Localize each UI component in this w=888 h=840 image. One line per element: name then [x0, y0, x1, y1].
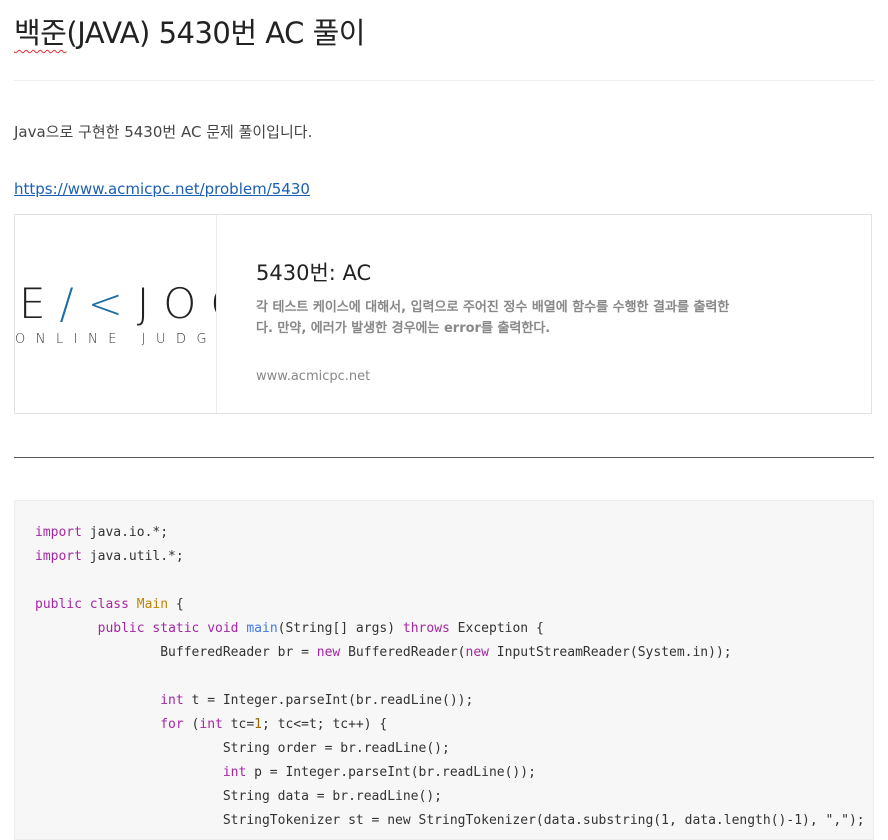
logo-letter-e: E: [19, 279, 60, 328]
card-description: 각 테스트 케이스에 대해서, 입력으로 주어진 정수 배열에 함수를 수행한 …: [256, 300, 730, 336]
code-line: import java.util.*;: [35, 549, 184, 564]
code-content: import java.io.*; import java.util.*; publ…: [35, 521, 865, 833]
card-thumbnail: E/<JOO ONLINE JUDGE: [15, 215, 217, 413]
code-line: int p = Integer.parseInt(br.readLine());: [222, 765, 536, 780]
code-line: String data = br.readLine();: [222, 789, 442, 804]
post-title: 백준(JAVA) 5430번 AC 풀이: [14, 14, 365, 52]
section-divider: [14, 457, 874, 458]
title-divider: [14, 80, 874, 81]
logo-letters-joo: JOO: [136, 279, 216, 328]
code-line: BufferedReader br = new BufferedReader(n…: [160, 645, 732, 660]
post-title-prefix: 백준: [14, 16, 67, 50]
code-block: import java.io.*; import java.util.*; publ…: [14, 500, 874, 840]
logo-subtitle: ONLINE JUDGE: [15, 332, 217, 347]
logo-accent-k: /<: [59, 279, 137, 328]
code-line: int t = Integer.parseInt(br.readLine());: [160, 693, 474, 708]
code-line: for (int tc=1; tc<=t; tc++) {: [160, 717, 388, 732]
code-line: StringTokenizer st = new StringTokenizer…: [222, 813, 865, 828]
problem-link[interactable]: https://www.acmicpc.net/problem/5430: [14, 180, 310, 198]
card-domain: www.acmicpc.net: [256, 369, 371, 384]
code-line: import java.io.*;: [35, 525, 169, 540]
intro-text: Java으로 구현한 5430번 AC 문제 풀이입니다.: [14, 123, 313, 141]
baekjoon-logo-icon: E/<JOO: [19, 279, 216, 328]
code-line: String order = br.readLine();: [222, 741, 450, 756]
post-title-rest: (JAVA) 5430번 AC 풀이: [66, 16, 365, 50]
code-line: public class Main {: [35, 597, 184, 612]
link-preview-card[interactable]: E/<JOO ONLINE JUDGE 5430번: AC 각 테스트 케이스에…: [14, 214, 872, 414]
code-line: public static void main(String[] args) t…: [97, 621, 544, 636]
card-title: 5430번: AC: [256, 261, 372, 285]
